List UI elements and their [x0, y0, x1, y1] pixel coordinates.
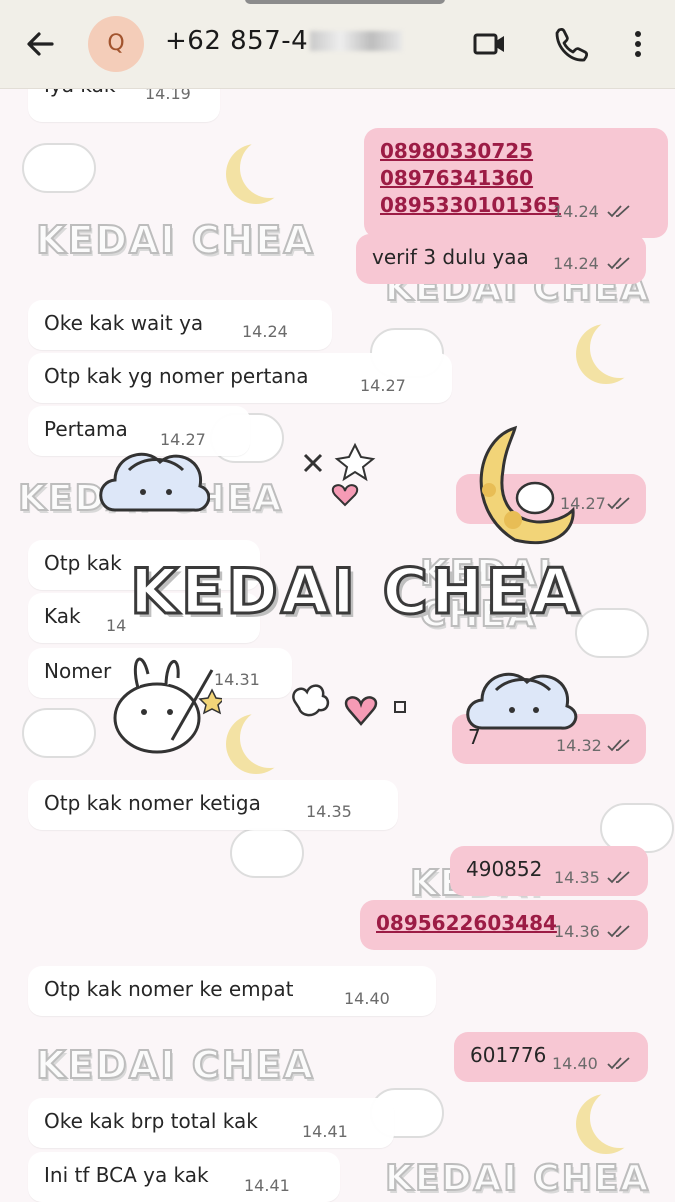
- message-text: 490852: [466, 857, 543, 881]
- message-time: 14.35: [554, 868, 600, 887]
- cloud-sticker: [466, 672, 578, 730]
- status-bar-remnant: [245, 0, 445, 4]
- double-check-icon: [607, 739, 630, 752]
- contact-number: +62 857-4: [165, 26, 309, 56]
- message-text: Ini tf BCA ya kak: [44, 1163, 209, 1187]
- double-check-icon: [607, 497, 630, 510]
- double-check-icon: [607, 871, 630, 884]
- message-time: 14: [106, 616, 127, 635]
- phone-link[interactable]: 0895330101365: [380, 192, 638, 219]
- phone-icon[interactable]: [550, 24, 590, 64]
- double-check-icon: [607, 1057, 630, 1070]
- doodle-sticker: [303, 442, 376, 507]
- message-time: 14.40: [344, 989, 390, 1008]
- doodle-sticker: [292, 684, 406, 726]
- double-check-icon: [607, 257, 630, 270]
- message-bubble-outgoing[interactable]: 08980330725 08976341360 0895330101365: [364, 128, 668, 238]
- message-text: 601776: [470, 1043, 547, 1067]
- message-text: Otp kak nomer ketiga: [44, 791, 261, 815]
- message-bubble-outgoing[interactable]: 0895622603484: [360, 900, 648, 950]
- message-text: Kak: [44, 604, 81, 628]
- message-time: 14.41: [244, 1176, 290, 1195]
- redacted-number-blur: [310, 31, 403, 51]
- message-text: Otp kak yg nomer pertana: [44, 364, 309, 388]
- message-time: 14.27: [360, 376, 406, 395]
- phone-link[interactable]: 08976341360: [380, 165, 638, 192]
- avatar[interactable]: Q: [88, 16, 144, 72]
- double-check-icon: [607, 925, 630, 938]
- phone-link[interactable]: 0895622603484: [376, 911, 557, 935]
- message-time: 14.35: [306, 802, 352, 821]
- sticker-text: KEDAI CHEA: [128, 554, 583, 630]
- phone-link[interactable]: 08980330725: [380, 138, 638, 165]
- contact-title[interactable]: +62 857-4: [165, 26, 403, 56]
- message-bubble-outgoing[interactable]: verif 3 dulu yaa: [356, 234, 646, 284]
- message-text: verif 3 dulu yaa: [372, 245, 529, 269]
- more-vertical-icon[interactable]: [618, 24, 658, 64]
- chat-header: Q +62 857-4: [0, 0, 675, 89]
- message-time: 14.24: [553, 202, 599, 221]
- message-time: 14.24: [242, 322, 288, 341]
- video-call-icon[interactable]: [470, 24, 510, 64]
- message-text: Otp kak: [44, 551, 122, 575]
- back-arrow-icon[interactable]: [22, 26, 58, 62]
- bunny-sticker: [113, 657, 222, 754]
- cloud-sticker: [99, 452, 210, 512]
- moon-sticker: [479, 425, 575, 545]
- message-time: 14.24: [553, 254, 599, 273]
- message-bubble-incoming[interactable]: Ini tf BCA ya kak: [28, 1152, 340, 1202]
- message-text: Oke kak wait ya: [44, 311, 204, 335]
- message-time: 14.41: [302, 1122, 348, 1141]
- message-time: 14.36: [554, 922, 600, 941]
- double-check-icon: [607, 205, 630, 218]
- message-time: 14.40: [552, 1054, 598, 1073]
- message-text: Otp kak nomer ke empat: [44, 977, 294, 1001]
- message-text: Oke kak brp total kak: [44, 1109, 258, 1133]
